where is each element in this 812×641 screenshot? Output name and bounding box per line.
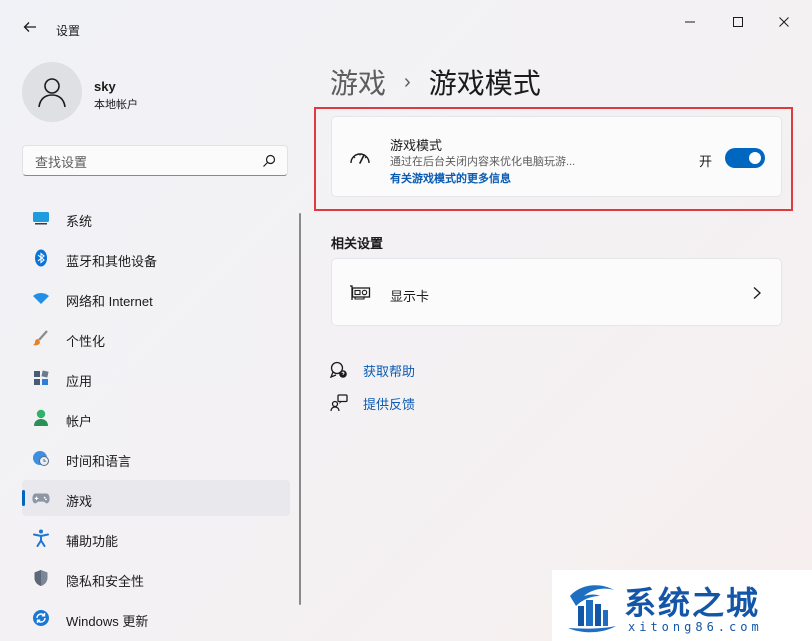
watermark-title: 系统之城 xyxy=(624,584,761,622)
toggle-state-label: 开 xyxy=(699,154,713,169)
search-box[interactable] xyxy=(22,145,288,176)
user-name: sky xyxy=(94,79,116,94)
sidebar-item-bluetooth[interactable]: 蓝牙和其他设备 xyxy=(22,240,290,276)
sidebar-item-accounts[interactable]: 帐户 xyxy=(22,400,290,436)
shield-icon xyxy=(32,569,50,587)
sidebar-item-system[interactable]: 系统 xyxy=(22,200,290,236)
game-mode-description: 通过在后台关闭内容来优化电脑玩游... xyxy=(390,156,576,168)
close-icon xyxy=(779,17,789,27)
title-bar: 设置 xyxy=(0,0,812,44)
sidebar-scrollbar[interactable] xyxy=(299,213,301,605)
gamepad-icon xyxy=(32,489,50,507)
maximize-button[interactable] xyxy=(718,8,758,36)
back-button[interactable] xyxy=(18,15,42,39)
minimize-icon xyxy=(685,21,695,23)
speedometer-icon xyxy=(350,153,370,164)
sidebar-item-label: 时间和语言 xyxy=(66,454,132,469)
system-icon xyxy=(32,209,50,227)
sidebar-item-privacy[interactable]: 隐私和安全性 xyxy=(22,560,290,596)
sidebar-item-label: 隐私和安全性 xyxy=(66,574,145,589)
sidebar-item-label: 蓝牙和其他设备 xyxy=(66,254,158,269)
settings-window: 设置 sky 本地帐户 系统 xyxy=(0,0,812,641)
brush-icon xyxy=(32,329,50,347)
minimize-button[interactable] xyxy=(670,8,710,36)
account-type: 本地帐户 xyxy=(94,99,138,111)
breadcrumb: 游戏 › 游戏模式 xyxy=(330,62,541,102)
globe-clock-icon xyxy=(32,449,50,467)
game-mode-toggle[interactable] xyxy=(725,148,765,168)
search-icon xyxy=(263,154,276,167)
help-chat-icon xyxy=(330,361,348,379)
related-settings-heading: 相关设置 xyxy=(331,236,384,251)
maximize-icon xyxy=(733,17,743,27)
sidebar-item-network[interactable]: 网络和 Internet xyxy=(22,280,290,316)
graphics-card-icon xyxy=(350,285,371,300)
close-button[interactable] xyxy=(764,8,804,36)
game-mode-more-info-link[interactable]: 有关游戏模式的更多信息 xyxy=(390,170,511,186)
update-icon xyxy=(32,609,50,627)
sidebar-item-label: Windows 更新 xyxy=(66,614,149,629)
window-title: 设置 xyxy=(56,24,81,38)
sidebar-item-time-language[interactable]: 时间和语言 xyxy=(22,440,290,476)
page-title: 游戏模式 xyxy=(428,68,541,99)
sidebar-item-label: 帐户 xyxy=(66,414,93,429)
game-mode-title: 游戏模式 xyxy=(390,138,443,153)
give-feedback-link[interactable]: 提供反馈 xyxy=(330,393,415,413)
sidebar-item-gaming[interactable]: 游戏 xyxy=(22,480,290,516)
give-feedback-label: 提供反馈 xyxy=(363,396,416,412)
toggle-knob xyxy=(749,152,761,164)
sidebar-item-label: 游戏 xyxy=(66,494,93,509)
graphics-card-item[interactable]: 显示卡 xyxy=(331,258,782,326)
sidebar-item-accessibility[interactable]: 辅助功能 xyxy=(22,520,290,556)
sidebar-item-label: 应用 xyxy=(66,374,93,389)
game-mode-card: 游戏模式 通过在后台关闭内容来优化电脑玩游... 有关游戏模式的更多信息 开 xyxy=(331,116,782,197)
search-input[interactable] xyxy=(33,152,257,172)
back-arrow-icon xyxy=(23,22,36,32)
feedback-icon xyxy=(330,394,348,412)
wifi-icon xyxy=(32,289,50,307)
apps-icon xyxy=(32,369,50,387)
sidebar-item-personalization[interactable]: 个性化 xyxy=(22,320,290,356)
sidebar-item-label: 个性化 xyxy=(66,334,106,349)
watermark: 系统之城 xitong86.com xyxy=(552,570,812,641)
sidebar-item-windows-update[interactable]: Windows 更新 xyxy=(22,600,290,636)
bluetooth-icon xyxy=(32,249,50,267)
get-help-label: 获取帮助 xyxy=(363,363,416,379)
sidebar-item-apps[interactable]: 应用 xyxy=(22,360,290,396)
avatar[interactable] xyxy=(22,62,82,122)
person-icon xyxy=(32,409,50,427)
watermark-url: xitong86.com xyxy=(628,620,763,634)
sidebar-nav: 系统 蓝牙和其他设备 网络和 Internet 个性化 应用 帐户 时间和语言 … xyxy=(22,200,290,640)
get-help-link[interactable]: 获取帮助 xyxy=(330,360,415,380)
chevron-right-icon xyxy=(753,287,761,299)
watermark-logo-icon xyxy=(568,585,616,633)
accessibility-icon xyxy=(32,529,50,547)
sidebar-item-label: 系统 xyxy=(66,214,93,229)
sidebar-item-label: 辅助功能 xyxy=(66,534,119,549)
graphics-card-label: 显示卡 xyxy=(390,289,430,304)
sidebar-item-label: 网络和 Internet xyxy=(66,294,153,309)
breadcrumb-separator: › xyxy=(404,70,411,93)
breadcrumb-parent[interactable]: 游戏 xyxy=(330,62,386,102)
person-icon xyxy=(38,78,66,108)
